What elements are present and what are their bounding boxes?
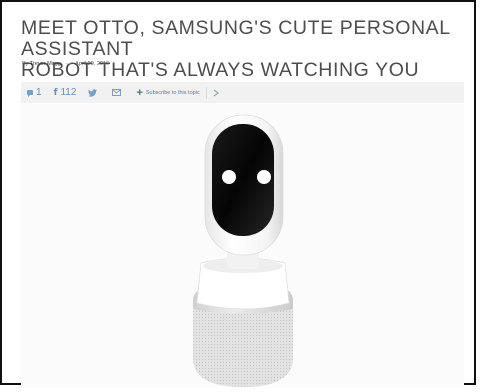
facebook-count: 112	[60, 87, 77, 98]
byline: By Trevor Mogg — April 29, 2016	[22, 61, 109, 67]
share-toolbar: 1 f 112 + Subscribe to this topic	[21, 82, 464, 103]
article-frame: MEET OTTO, SAMSUNG'S CUTE PERSONAL ASSIS…	[0, 0, 476, 387]
author-link[interactable]: Trevor Mogg	[30, 61, 61, 67]
twitter-icon	[88, 88, 98, 97]
facebook-share-button[interactable]: f 112	[48, 82, 83, 103]
plus-icon: +	[136, 86, 143, 99]
comments-button[interactable]: 1	[21, 82, 48, 103]
email-share-button[interactable]	[106, 82, 130, 103]
byline-prefix: By	[22, 61, 29, 67]
mail-icon	[112, 89, 122, 96]
byline-separator: —	[65, 61, 71, 67]
otto-robot-image	[21, 103, 464, 387]
subscribe-label: Subscribe to this topic	[145, 89, 200, 96]
article-title-line-1: MEET OTTO, SAMSUNG'S CUTE PERSONAL ASSIS…	[21, 17, 450, 60]
chevron-right-icon	[213, 89, 219, 96]
comment-count: 1	[36, 87, 42, 98]
subscribe-button[interactable]: + Subscribe to this topic	[130, 82, 205, 103]
article-title: MEET OTTO, SAMSUNG'S CUTE PERSONAL ASSIS…	[21, 18, 471, 81]
facebook-icon: f	[53, 87, 58, 98]
twitter-share-button[interactable]	[82, 82, 106, 103]
more-share-button[interactable]	[207, 82, 228, 103]
comment-icon	[27, 90, 33, 97]
publish-date: April 29, 2016	[75, 61, 110, 67]
article-hero-image	[21, 103, 464, 387]
